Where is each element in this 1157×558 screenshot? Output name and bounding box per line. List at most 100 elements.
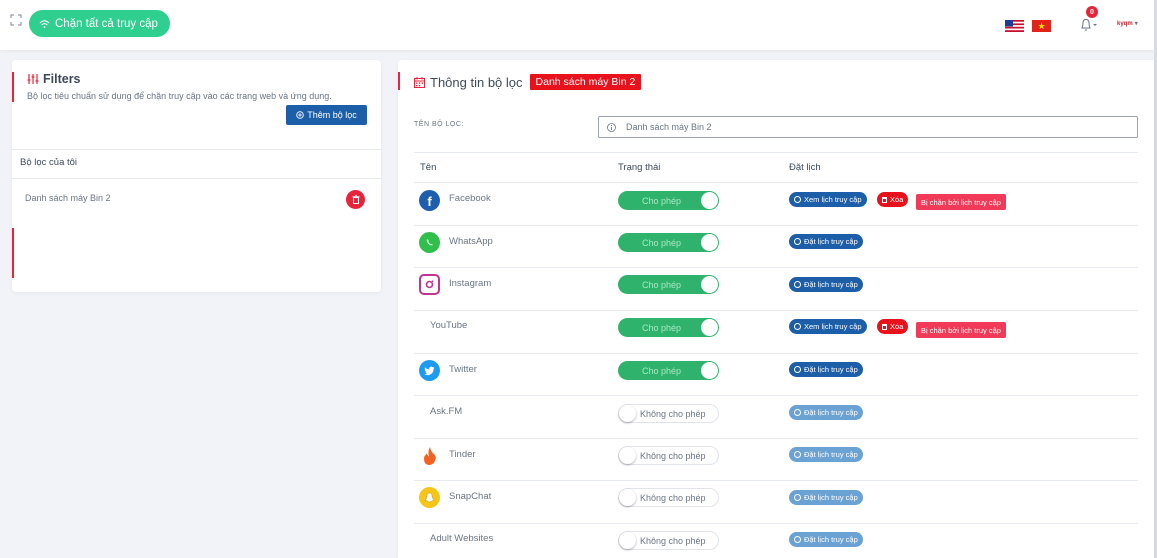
table-divider <box>414 480 1138 481</box>
filter-name-label: TÊN BỘ LỌC: <box>414 121 464 128</box>
user-menu[interactable]: kyqm ▾ <box>1117 20 1138 28</box>
blocked-by-schedule-badge: Bị chặn bởi lịch truy cập <box>916 194 1006 210</box>
app-name: Facebook <box>449 193 491 204</box>
toggle-label: Không cho phép <box>640 408 706 419</box>
app-name: Ask.FM <box>430 406 463 417</box>
badge-label: Bị chặn bởi lịch truy cập <box>921 197 1001 207</box>
info-icon <box>607 122 616 132</box>
table-divider <box>414 438 1138 439</box>
access-toggle[interactable]: Cho phép <box>618 361 719 380</box>
app-name: SnapChat <box>449 491 492 502</box>
trash-icon <box>882 196 887 203</box>
filters-heading: Filters <box>27 72 81 86</box>
notification-badge: 0 <box>1086 6 1098 18</box>
set-schedule-button[interactable]: Đặt lịch truy cập <box>789 362 863 377</box>
whatsapp-icon <box>419 232 440 253</box>
access-toggle[interactable]: Cho phép <box>618 275 719 294</box>
button-label: Đặt lịch truy cập <box>804 237 858 246</box>
table-divider <box>414 182 1138 183</box>
app-name: WhatsApp <box>449 236 493 247</box>
plus-circle-icon <box>296 111 304 119</box>
column-header-status: Trạng thái <box>618 162 661 173</box>
accent-bar <box>12 228 14 278</box>
add-filter-label: Thêm bộ lọc <box>307 110 357 120</box>
toggle-knob <box>619 447 636 464</box>
wifi-icon <box>39 19 50 28</box>
access-toggle[interactable]: Cho phép <box>618 191 719 210</box>
us-flag-icon[interactable] <box>1005 20 1024 32</box>
table-divider <box>414 523 1138 524</box>
delete-schedule-button[interactable]: Xóa <box>877 192 909 207</box>
set-schedule-button[interactable]: Đặt lịch truy cập <box>789 532 863 547</box>
table-divider <box>414 152 1138 153</box>
filters-panel: Filters Bộ lọc tiêu chuẩn sử dụng để chặ… <box>12 60 381 292</box>
button-label: Xóa <box>890 322 904 331</box>
app-name: Twitter <box>449 364 477 375</box>
toggle-label: Cho phép <box>642 279 682 290</box>
filter-name-tag: Danh sách máy Bin 2 <box>529 74 642 90</box>
vietnam-flag-icon[interactable]: ★ <box>1032 20 1051 32</box>
button-label: Đặt lịch truy cập <box>804 280 858 289</box>
toggle-label: Không cho phép <box>640 492 706 503</box>
column-header-schedule: Đặt lịch <box>789 162 821 173</box>
table-divider <box>414 225 1138 226</box>
divider <box>12 149 381 150</box>
delete-filter-button[interactable] <box>346 190 365 209</box>
toggle-label: Cho phép <box>642 237 682 248</box>
access-toggle[interactable]: Không cho phép <box>618 404 719 423</box>
toggle-knob <box>701 362 718 379</box>
access-toggle[interactable]: Cho phép <box>618 233 719 252</box>
fullscreen-icon[interactable] <box>10 14 22 26</box>
clock-icon <box>794 409 801 416</box>
column-header-name: Tên <box>420 162 437 173</box>
button-label: Đặt lịch truy cập <box>804 408 858 417</box>
app-name: Instagram <box>449 278 492 289</box>
access-toggle[interactable]: Cho phép <box>618 318 719 337</box>
set-schedule-button[interactable]: Đặt lịch truy cập <box>789 490 863 505</box>
blocked-by-schedule-badge: Bị chặn bởi lịch truy cập <box>916 322 1006 338</box>
accent-bar <box>12 72 14 102</box>
access-toggle[interactable]: Không cho phép <box>618 488 719 507</box>
add-filter-button[interactable]: Thêm bộ lọc <box>286 105 367 125</box>
delete-schedule-button[interactable]: Xóa <box>877 319 909 334</box>
view-schedule-button[interactable]: Xem lịch truy cập <box>789 319 867 334</box>
clock-icon <box>794 494 801 501</box>
app-name: YouTube <box>430 320 468 331</box>
app-name: Adult Websites <box>430 533 494 544</box>
app-name: Tinder <box>449 449 476 460</box>
table-divider <box>414 310 1138 311</box>
snapchat-icon <box>419 487 440 508</box>
chevron-down-icon: ▾ <box>1134 21 1138 27</box>
tinder-icon <box>419 445 440 466</box>
button-label: Xóa <box>890 195 904 204</box>
view-schedule-button[interactable]: Xem lịch truy cập <box>789 192 867 207</box>
button-label: Đặt lịch truy cập <box>804 365 858 374</box>
clock-icon <box>794 536 801 543</box>
instagram-icon <box>419 274 440 295</box>
set-schedule-button[interactable]: Đặt lịch truy cập <box>789 405 863 420</box>
twitter-icon <box>419 360 440 381</box>
set-schedule-button[interactable]: Đặt lịch truy cập <box>789 234 863 249</box>
top-bar: Chặn tất cả truy cập ★ 0 kyqm ▾ <box>0 0 1157 50</box>
block-all-button[interactable]: Chặn tất cả truy cập <box>29 10 170 37</box>
table-divider <box>414 353 1138 354</box>
toggle-knob <box>619 532 636 549</box>
access-toggle[interactable]: Không cho phép <box>618 531 719 550</box>
clock-icon <box>794 366 801 373</box>
table-divider <box>414 395 1138 396</box>
clock-icon <box>794 323 801 330</box>
table-divider <box>414 267 1138 268</box>
set-schedule-button[interactable]: Đặt lịch truy cập <box>789 447 863 462</box>
clock-icon <box>794 451 801 458</box>
filter-list-item[interactable]: Danh sách máy Bin 2 <box>25 193 111 203</box>
trash-icon <box>352 195 359 204</box>
filter-info-heading: Thông tin bộ lọc Danh sách máy Bin 2 <box>414 74 642 90</box>
toggle-label: Cho phép <box>642 322 682 333</box>
access-toggle[interactable]: Không cho phép <box>618 446 719 465</box>
my-filters-heading: Bộ lọc của tôi <box>20 157 78 168</box>
clock-icon <box>794 196 801 203</box>
clock-icon <box>794 238 801 245</box>
bell-icon[interactable] <box>1077 15 1099 35</box>
set-schedule-button[interactable]: Đặt lịch truy cập <box>789 277 863 292</box>
filter-name-field[interactable]: Danh sách máy Bin 2 <box>598 116 1138 138</box>
